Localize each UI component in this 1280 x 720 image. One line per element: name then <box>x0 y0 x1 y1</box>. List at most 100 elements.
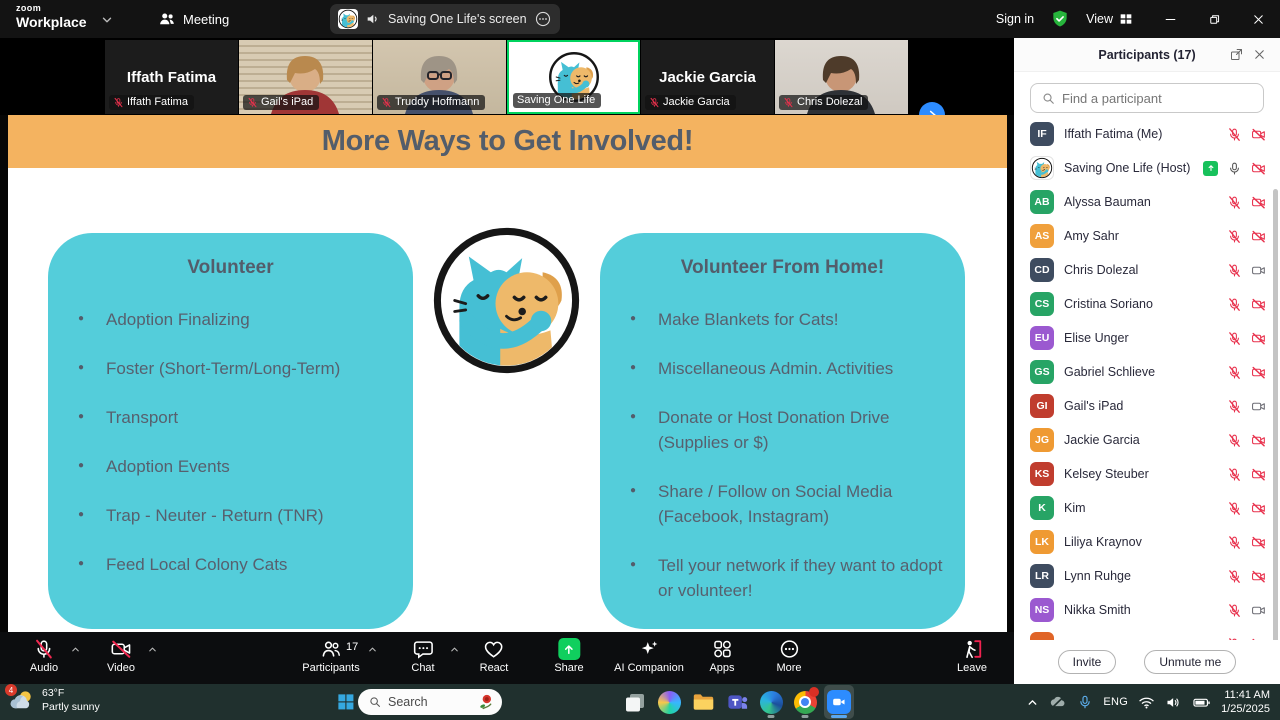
muted-mic-icon <box>247 97 258 108</box>
tile-name-label: Chris Dolezal <box>779 95 869 110</box>
view-grid-icon[interactable] <box>1118 11 1134 27</box>
participant-row[interactable]: NS Nikka Smith <box>1014 593 1280 627</box>
video-tile-gail-s-ipad[interactable]: Gail's iPad <box>239 40 372 114</box>
chevron-up-icon[interactable] <box>367 644 378 655</box>
edge-taskbar-icon[interactable] <box>756 685 786 719</box>
zoom-workplace-logo: zoom Workplace <box>16 4 87 30</box>
more-button[interactable]: More <box>776 637 802 674</box>
slide-bullet: ● Foster (Short-Term/Long-Term) <box>78 359 341 378</box>
muted-mic-icon <box>1227 263 1242 278</box>
chat-button[interactable]: Chat <box>411 637 435 674</box>
wifi-icon[interactable] <box>1138 694 1155 711</box>
muted-mic-icon <box>1227 229 1242 244</box>
participant-name: Saving One Life (Host) <box>1064 161 1191 175</box>
muted-mic-icon <box>381 97 392 108</box>
chevron-up-icon[interactable] <box>449 644 460 655</box>
leave-button[interactable]: Leave <box>957 637 987 674</box>
slide-header: More Ways to Get Involved! <box>8 115 1007 168</box>
chevron-up-icon[interactable] <box>70 644 81 655</box>
participant-row[interactable]: AS Amy Sahr <box>1014 219 1280 253</box>
maximize-button[interactable] <box>1192 0 1236 38</box>
participant-row[interactable]: CD Chris Dolezal <box>1014 253 1280 287</box>
participant-row[interactable]: JG Jackie Garcia <box>1014 423 1280 457</box>
minimize-button[interactable] <box>1148 0 1192 38</box>
taskbar-search[interactable]: Search <box>358 689 502 715</box>
task-view-taskbar-icon[interactable] <box>620 685 650 719</box>
participant-avatar: GS <box>1030 360 1054 384</box>
share-pill-label: Saving One Life's screen <box>388 12 527 26</box>
participant-name: Amy Sahr <box>1064 229 1119 243</box>
video-tile-iffath-fatima[interactable]: Iffath Fatima Iffath Fatima <box>105 40 238 114</box>
chrome-taskbar-icon[interactable] <box>790 685 820 719</box>
participant-search-input[interactable] <box>1062 90 1253 106</box>
close-panel-icon[interactable] <box>1252 47 1267 62</box>
slide-bullet: ● Trap - Neuter - Return (TNR) <box>78 506 324 525</box>
muted-mic-icon <box>113 97 124 108</box>
onedrive-offline-icon[interactable] <box>1049 693 1067 711</box>
participant-row[interactable]: CS Cristina Soriano <box>1014 287 1280 321</box>
search-icon <box>368 695 382 709</box>
screen-share-pill[interactable]: Saving One Life's screen <box>330 4 560 34</box>
file-explorer-taskbar-icon[interactable] <box>688 685 718 719</box>
video-tile-chris-dolezal[interactable]: Chris Dolezal <box>775 40 908 114</box>
scrollbar[interactable] <box>1273 117 1278 640</box>
participant-row[interactable] <box>1014 627 1280 640</box>
slide-bullet: ● Transport <box>78 408 179 427</box>
participant-row[interactable]: K Kim <box>1014 491 1280 525</box>
weather-condition: Partly sunny <box>42 700 100 713</box>
video-tile-jackie-garcia[interactable]: Jackie Garcia Jackie Garcia <box>641 40 774 114</box>
mic-in-use-icon[interactable] <box>1077 694 1093 710</box>
start-button[interactable] <box>336 692 355 711</box>
invite-button[interactable]: Invite <box>1057 650 1117 674</box>
participant-row[interactable]: GS Gabriel Schlieve <box>1014 355 1280 389</box>
language-indicator[interactable]: ENG <box>1103 696 1128 708</box>
audio-button[interactable]: Audio <box>30 637 58 674</box>
apps-button[interactable]: Apps <box>709 637 735 674</box>
chevron-down-icon[interactable] <box>100 13 114 27</box>
participant-row[interactable]: IF Iffath Fatima (Me) <box>1014 117 1280 151</box>
system-tray: ENG 11:41 AM 1/25/2025 <box>1026 684 1270 720</box>
unmute-me-button[interactable]: Unmute me <box>1144 650 1237 674</box>
participant-avatar: CS <box>1030 292 1054 316</box>
tab-meeting[interactable]: Meeting <box>150 0 237 38</box>
pop-out-icon[interactable] <box>1229 47 1244 62</box>
volunteer-box-title: Volunteer <box>187 257 274 278</box>
video-tile-saving-one-life[interactable]: Saving One Life <box>507 40 640 114</box>
hidden-icons-chevron[interactable] <box>1026 696 1039 709</box>
share-button[interactable]: Share <box>554 637 584 674</box>
muted-mic-icon <box>1227 535 1242 550</box>
slide-bullet: ● Donate or Host Donation Drive (Supplies… <box>630 408 890 452</box>
participant-row[interactable]: GI Gail's iPad <box>1014 389 1280 423</box>
close-button[interactable] <box>1236 0 1280 38</box>
participant-row[interactable]: EU Elise Unger <box>1014 321 1280 355</box>
participant-row[interactable]: KS Kelsey Steuber <box>1014 457 1280 491</box>
chevron-up-icon[interactable] <box>147 644 158 655</box>
zoom-taskbar-icon[interactable] <box>824 685 854 719</box>
notification-badge: 4 <box>5 684 17 696</box>
muted-mic-icon <box>1227 569 1242 584</box>
view-button[interactable]: View <box>1086 12 1113 26</box>
video-tile-truddy-hoffmann[interactable]: Truddy Hoffmann <box>373 40 506 114</box>
ai-companion-button[interactable]: AI Companion <box>614 637 684 674</box>
participant-row[interactable]: Saving One Life (Host) <box>1014 151 1280 185</box>
participant-row[interactable]: AB Alyssa Bauman <box>1014 185 1280 219</box>
sign-in-button[interactable]: Sign in <box>996 12 1034 26</box>
participants-panel-title: Participants (17) <box>1098 47 1196 62</box>
react-button[interactable]: React <box>480 637 508 674</box>
participant-row[interactable]: LK Liliya Kraynov <box>1014 525 1280 559</box>
teams-taskbar-icon[interactable] <box>722 685 752 719</box>
weather-widget[interactable]: 4 63°F Partly sunny <box>5 684 100 714</box>
participant-row[interactable]: LR Lynn Ruhge <box>1014 559 1280 593</box>
video-button[interactable]: Video <box>107 637 135 674</box>
participant-avatar: AS <box>1030 224 1054 248</box>
tile-name-label: Truddy Hoffmann <box>377 95 486 110</box>
clock[interactable]: 11:41 AM 1/25/2025 <box>1221 688 1270 717</box>
participant-name: Gail's iPad <box>1064 399 1124 413</box>
volume-icon[interactable] <box>1165 694 1182 711</box>
more-icon <box>778 637 800 661</box>
battery-icon[interactable] <box>1192 693 1211 712</box>
ellipsis-icon[interactable] <box>534 10 552 28</box>
copilot-taskbar-icon[interactable] <box>654 685 684 719</box>
slide-title: More Ways to Get Involved! <box>321 125 694 157</box>
participants-panel-footer: Invite Unmute me <box>1014 640 1280 684</box>
